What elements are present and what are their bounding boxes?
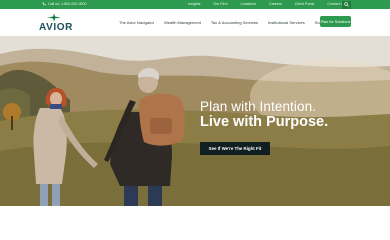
main-navigation: AVIOR The Avior Navigator Wealth Managem… [0,9,390,36]
hero-banner: Plan with Intention. Live with Purpose. … [0,36,390,206]
utility-bar: Call us: 1-800-000-0000 Insights Our Fir… [0,0,390,9]
nav-item-tax-accounting[interactable]: Tax & Accounting Services [211,20,258,25]
avior-logo[interactable]: AVIOR [38,12,72,34]
hero-photo [0,36,390,206]
topbar-link-our-firm[interactable]: Our Firm [213,2,227,6]
topbar-link-insights[interactable]: Insights [188,2,200,6]
nav-item-avior-navigator[interactable]: The Avior Navigator [119,20,154,25]
topbar-link-client-portal[interactable]: Client Portal [295,2,315,6]
topbar-link-careers[interactable]: Careers [269,2,282,6]
logo-wordmark: AVIOR [39,22,73,33]
below-hero-area [0,206,390,240]
phone-number: Call us: 1-800-000-0000 [48,1,87,6]
phone-icon [42,2,46,6]
topbar-link-locations[interactable]: Locations [241,2,256,6]
right-fit-button[interactable]: See If We're The Right Fit [200,142,270,155]
search-button[interactable] [342,0,351,9]
nav-item-institutional[interactable]: Institutional Services [268,20,305,25]
nav-item-wealth-management[interactable]: Wealth Management [164,20,201,25]
hero-headline-line1: Plan with Intention. [200,99,317,114]
phone-link[interactable]: Call us: 1-800-000-0000 [42,2,87,6]
search-icon [344,2,349,7]
nav-cta-button[interactable]: Plan for Solutions [320,16,351,27]
hero-headline: Plan with Intention. Live with Purpose. [200,100,328,129]
logo-star-icon [47,13,61,22]
hero-headline-line2: Live with Purpose. [200,113,329,130]
